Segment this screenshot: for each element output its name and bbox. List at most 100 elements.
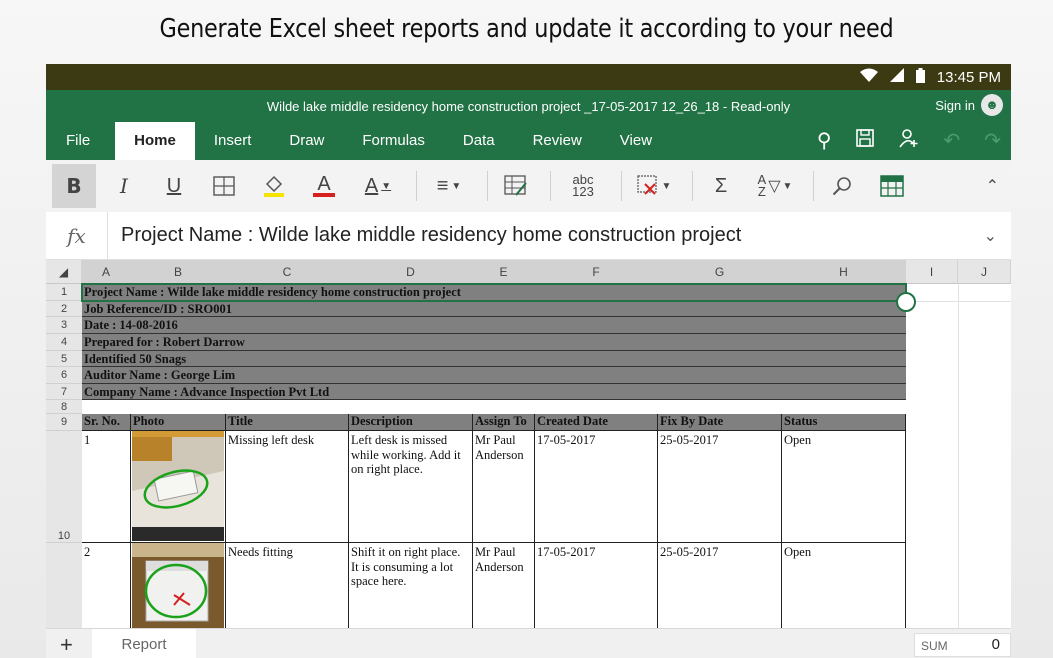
tab-review[interactable]: Review [514, 122, 601, 160]
row2-status[interactable]: Open [782, 543, 906, 632]
row-header-1[interactable]: 1 [46, 284, 82, 301]
tab-insert[interactable]: Insert [195, 122, 271, 160]
row2-description[interactable]: Shift it on right place. It is consuming… [349, 543, 473, 632]
column-header-j[interactable]: J [958, 260, 1011, 284]
table-format-icon[interactable] [870, 164, 914, 208]
row-header-4[interactable]: 4 [46, 334, 82, 351]
row1-status[interactable]: Open [782, 431, 906, 543]
select-all-corner[interactable]: ◢ [46, 260, 82, 284]
column-header-g[interactable]: G [658, 260, 782, 284]
tab-home[interactable]: Home [115, 122, 195, 160]
selection-handle[interactable] [896, 292, 916, 312]
tab-formulas[interactable]: Formulas [343, 122, 444, 160]
row2-sr-no[interactable]: 2 [82, 543, 131, 632]
share-person-icon[interactable] [899, 128, 919, 154]
row-header-5[interactable]: 5 [46, 351, 82, 367]
prepared-for-cell[interactable]: Prepared for : Robert Darrow [82, 334, 906, 351]
job-reference-cell[interactable]: Job Reference/ID : SRO001 [82, 301, 906, 317]
row2-assign-to[interactable]: Mr Paul Anderson [473, 543, 535, 632]
tab-draw[interactable]: Draw [270, 122, 343, 160]
formula-input[interactable]: Project Name : Wilde lake middle residen… [108, 224, 741, 247]
selected-range[interactable] [81, 283, 907, 302]
row1-title[interactable]: Missing left desk [226, 431, 349, 543]
column-headers: ◢ A B C D E F G H I J [46, 260, 1011, 284]
save-icon[interactable] [855, 128, 875, 154]
header-title[interactable]: Title [226, 414, 349, 431]
fill-color-icon[interactable] [252, 164, 296, 208]
row-header-6[interactable]: 6 [46, 367, 82, 384]
spreadsheet-grid[interactable]: ◢ A B C D E F G H I J 1 2 3 4 5 6 7 8 9 … [46, 260, 1011, 632]
column-header-f[interactable]: F [535, 260, 658, 284]
cell-format-icon[interactable] [494, 164, 538, 208]
sheet-tab-report[interactable]: Report [92, 629, 196, 658]
borders-icon[interactable] [202, 164, 246, 208]
column-header-i[interactable]: I [906, 260, 958, 284]
sort-az-icon: AZ [757, 172, 767, 199]
number-format-button[interactable]: abc 123 [557, 164, 609, 208]
row2-photo-cell[interactable] [131, 543, 226, 632]
date-cell[interactable]: Date : 14-08-2016 [82, 317, 906, 334]
row2-fix-by-date[interactable]: 25-05-2017 [658, 543, 782, 632]
tab-view[interactable]: View [601, 122, 671, 160]
column-header-b[interactable]: B [131, 260, 226, 284]
sum-value: 0 [991, 636, 1000, 653]
chevron-down-icon: ▼ [782, 180, 793, 192]
ribbon-separator [487, 171, 488, 201]
row2-title[interactable]: Needs fitting [226, 543, 349, 632]
header-assign-to[interactable]: Assign To [473, 414, 535, 431]
ribbon-separator [621, 171, 622, 201]
sign-in-button[interactable]: Sign in ☻ [935, 94, 1003, 116]
collapse-ribbon-chevron-up-icon[interactable]: ⌃ [986, 176, 999, 196]
column-header-c[interactable]: C [226, 260, 349, 284]
autosum-button[interactable]: Σ [699, 164, 743, 208]
row1-sr-no[interactable]: 1 [82, 431, 131, 543]
row-header-2[interactable]: 2 [46, 301, 82, 317]
redo-icon[interactable]: ↷ [984, 128, 1001, 154]
undo-icon[interactable]: ↶ [943, 128, 960, 154]
ribbon-separator [550, 171, 551, 201]
row-header-8[interactable]: 8 [46, 400, 82, 414]
auditor-name-cell[interactable]: Auditor Name : George Lim [82, 367, 906, 384]
row1-description[interactable]: Left desk is missed while working. Add i… [349, 431, 473, 543]
column-header-a[interactable]: A [82, 260, 131, 284]
column-header-h[interactable]: H [782, 260, 906, 284]
header-status[interactable]: Status [782, 414, 906, 431]
align-button[interactable]: ≡ ▼ [423, 164, 475, 208]
tab-data[interactable]: Data [444, 122, 514, 160]
row-header-3[interactable]: 3 [46, 317, 82, 334]
column-header-e[interactable]: E [473, 260, 535, 284]
ribbon-separator [692, 171, 693, 201]
header-fix-by-date[interactable]: Fix By Date [658, 414, 782, 431]
row-header-10[interactable]: 10 [46, 431, 82, 543]
document-title: Wilde lake middle residency home constru… [266, 99, 791, 114]
row1-assign-to[interactable]: Mr Paul Anderson [473, 431, 535, 543]
bold-button[interactable]: B [52, 164, 96, 208]
column-header-d[interactable]: D [349, 260, 473, 284]
row1-created-date[interactable]: 17-05-2017 [535, 431, 658, 543]
text-style-button[interactable]: A ▼ [352, 164, 404, 208]
row-header-7[interactable]: 7 [46, 384, 82, 400]
header-created-date[interactable]: Created Date [535, 414, 658, 431]
row-header-11[interactable] [46, 543, 82, 632]
tab-file[interactable]: File [46, 122, 109, 160]
row2-created-date[interactable]: 17-05-2017 [535, 543, 658, 632]
wifi-icon [859, 68, 878, 86]
add-sheet-plus-icon[interactable]: + [60, 632, 73, 658]
lightbulb-icon[interactable]: ⚲ [817, 128, 832, 154]
snags-count-cell[interactable]: Identified 50 Snags [82, 351, 906, 367]
row-header-9[interactable]: 9 [46, 414, 82, 431]
company-name-cell[interactable]: Company Name : Advance Inspection Pvt Lt… [82, 384, 906, 400]
header-description[interactable]: Description [349, 414, 473, 431]
italic-button[interactable]: I [102, 164, 146, 208]
font-color-button[interactable]: A [302, 164, 346, 208]
find-search-icon[interactable] [820, 164, 864, 208]
expand-formula-chevron-down-icon[interactable]: ⌄ [984, 226, 997, 246]
sort-filter-button[interactable]: A Z ▽ ▼ [749, 164, 801, 208]
underline-button[interactable]: U [152, 164, 196, 208]
header-sr-no[interactable]: Sr. No. [82, 414, 131, 431]
row1-photo-cell[interactable] [131, 431, 226, 543]
header-photo[interactable]: Photo [131, 414, 226, 431]
row1-fix-by-date[interactable]: 25-05-2017 [658, 431, 782, 543]
insert-delete-cells-button[interactable]: ▼ [628, 164, 680, 208]
function-fx-icon[interactable]: fx [46, 211, 108, 260]
